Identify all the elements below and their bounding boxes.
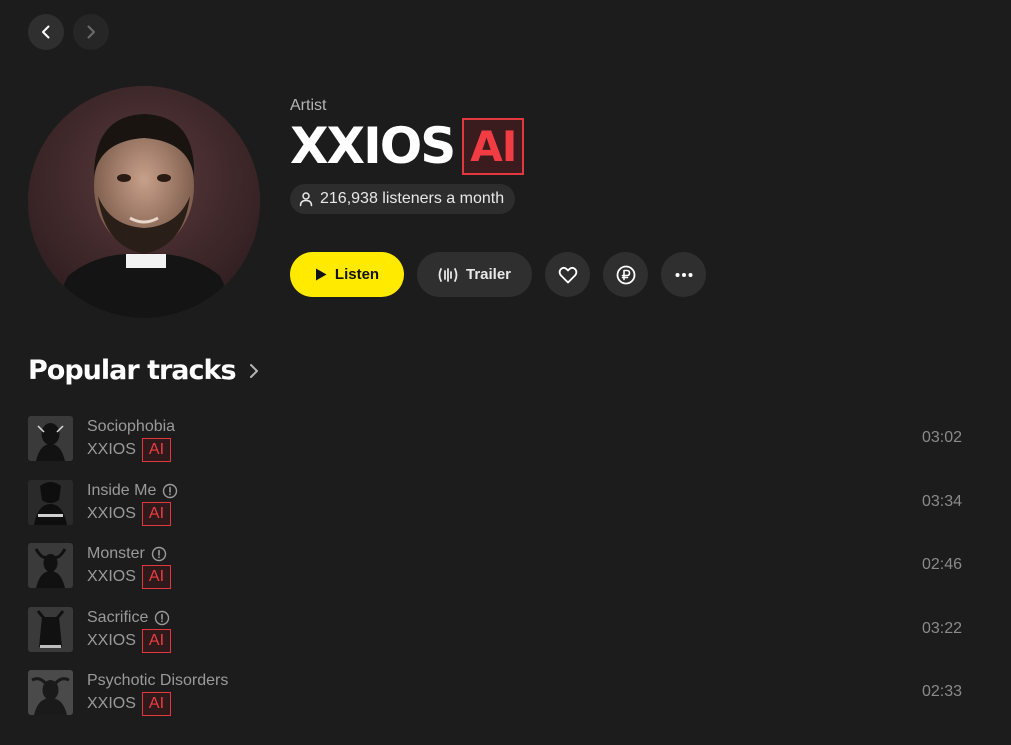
chevron-right-icon	[249, 364, 258, 378]
popular-tracks-header[interactable]: Popular tracks	[28, 352, 262, 390]
track-title[interactable]: Inside Me	[87, 480, 178, 502]
more-button[interactable]	[661, 252, 706, 297]
ai-badge: AI	[141, 565, 172, 589]
track-row[interactable]: Sacrifice XXIOS AI 03:22	[28, 606, 968, 670]
chevron-right-icon	[87, 25, 95, 39]
track-artist: XXIOS AI	[87, 628, 172, 653]
track-row[interactable]: Inside Me XXIOS AI 03:34	[28, 479, 968, 543]
track-duration: 03:22	[921, 619, 962, 637]
heart-icon	[558, 266, 577, 283]
ai-badge: AI	[141, 692, 172, 716]
ai-badge: AI	[141, 438, 172, 462]
track-artist: XXIOS AI	[87, 438, 172, 462]
artist-actions: Listen Trailer	[290, 252, 706, 297]
forward-button[interactable]	[73, 14, 109, 50]
trailer-button[interactable]: Trailer	[417, 252, 532, 297]
track-artist: XXIOS AI	[87, 565, 172, 589]
track-duration: 03:34	[921, 492, 962, 510]
user-icon	[299, 192, 313, 207]
info-icon[interactable]	[162, 483, 178, 499]
track-duration: 03:02	[921, 429, 962, 446]
track-row[interactable]: Psychotic Disorders XXIOS AI 02:33	[28, 669, 968, 733]
track-duration: 02:33	[921, 683, 962, 700]
artist-type-label: Artist	[290, 97, 327, 114]
track-list: Sociophobia XXIOS AI 03:02 Inside Me XXI…	[28, 415, 968, 733]
info-icon[interactable]	[154, 610, 170, 626]
track-title[interactable]: Sacrifice	[87, 607, 170, 629]
track-artist-name[interactable]: XXIOS	[87, 568, 136, 586]
ai-badge: AI	[462, 117, 525, 175]
track-title[interactable]: Sociophobia	[87, 416, 175, 438]
track-title[interactable]: Psychotic Disorders	[87, 670, 228, 692]
chevron-left-icon	[42, 25, 50, 39]
like-button[interactable]	[545, 252, 590, 297]
artist-avatar	[28, 86, 260, 318]
track-artist-name[interactable]: XXIOS	[87, 632, 136, 650]
listeners-count: 216,938 listeners a month	[320, 190, 505, 207]
track-cover[interactable]	[28, 479, 73, 525]
track-cover[interactable]	[28, 543, 73, 588]
track-artist: XXIOS AI	[87, 501, 172, 526]
track-row[interactable]: Sociophobia XXIOS AI 03:02	[28, 415, 968, 479]
track-artist-name[interactable]: XXIOS	[87, 695, 136, 713]
track-cover[interactable]	[28, 670, 73, 715]
track-artist-name[interactable]: XXIOS	[87, 505, 136, 523]
listen-button[interactable]: Listen	[290, 252, 404, 297]
track-row[interactable]: Monster XXIOS AI 02:46	[28, 542, 968, 606]
track-cover[interactable]	[28, 606, 73, 652]
artist-name: XXIOS	[290, 117, 456, 175]
info-icon[interactable]	[151, 546, 167, 562]
track-cover[interactable]	[28, 416, 73, 461]
play-icon	[315, 268, 327, 281]
back-button[interactable]	[28, 14, 64, 50]
section-title: Popular tracks	[28, 355, 237, 386]
waveform-icon	[438, 267, 458, 282]
ai-badge: AI	[141, 501, 172, 526]
listen-label: Listen	[334, 266, 380, 283]
track-title[interactable]: Monster	[87, 543, 167, 565]
track-artist-name[interactable]: XXIOS	[87, 441, 136, 459]
more-icon	[675, 272, 692, 277]
ai-badge: AI	[141, 628, 172, 653]
artist-header: XXIOS AI	[290, 116, 525, 176]
track-artist: XXIOS AI	[87, 692, 172, 716]
donate-button[interactable]	[603, 252, 648, 297]
ruble-icon	[616, 265, 635, 284]
track-duration: 02:46	[921, 556, 962, 573]
listeners-badge: 216,938 listeners a month	[290, 184, 516, 214]
trailer-label: Trailer	[465, 266, 512, 283]
